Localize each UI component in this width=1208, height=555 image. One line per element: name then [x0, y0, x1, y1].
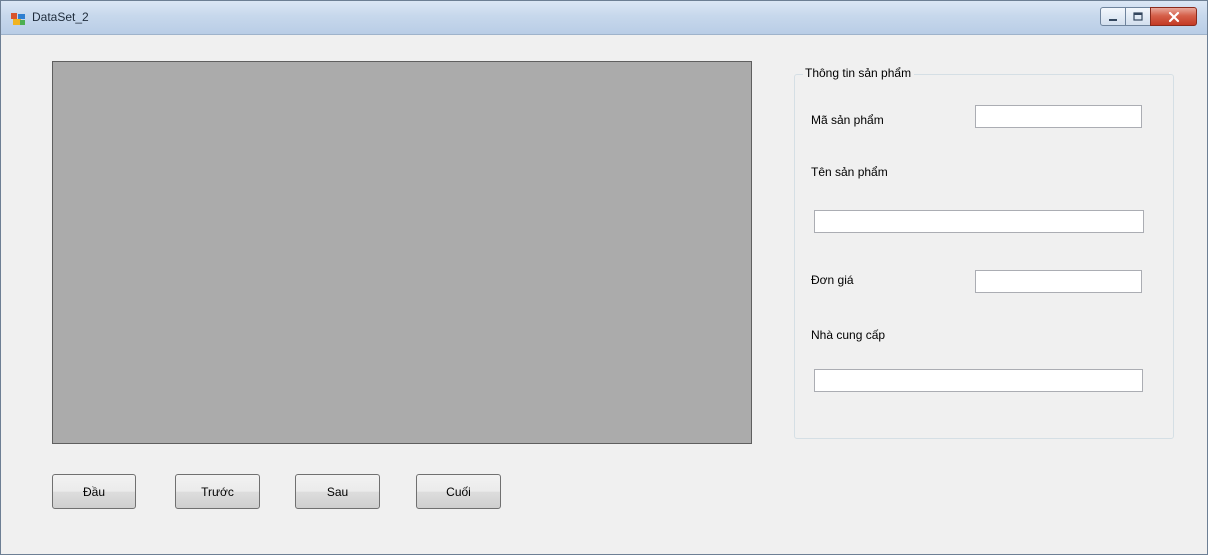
next-record-button[interactable]: Sau: [295, 474, 380, 509]
product-code-label: Mã sản phẩm: [811, 113, 884, 127]
app-window: DataSet_2 Thông tin sản phẩm Mã sản phẩm…: [0, 0, 1208, 555]
close-icon: [1168, 11, 1179, 22]
app-form-icon: [11, 13, 25, 25]
previous-record-button[interactable]: Trước: [175, 474, 260, 509]
window-title: DataSet_2: [32, 10, 89, 24]
minimize-button[interactable]: [1100, 7, 1126, 26]
first-record-button[interactable]: Đầu: [52, 474, 136, 509]
products-data-grid[interactable]: [52, 61, 752, 444]
title-bar[interactable]: DataSet_2: [1, 1, 1207, 35]
supplier-label: Nhà cung cấp: [811, 328, 886, 342]
minimize-icon: [1109, 18, 1117, 21]
maximize-button[interactable]: [1125, 7, 1151, 26]
product-info-group-title: Thông tin sản phẩm: [803, 66, 915, 80]
last-record-button[interactable]: Cuối: [416, 474, 501, 509]
product-name-field[interactable]: [814, 210, 1144, 233]
product-code-field[interactable]: [975, 105, 1142, 128]
unit-price-label: Đơn giá: [811, 273, 854, 287]
close-button[interactable]: [1150, 7, 1197, 26]
supplier-field[interactable]: [814, 369, 1143, 392]
maximize-icon: [1133, 11, 1143, 21]
unit-price-field[interactable]: [975, 270, 1142, 293]
product-name-label: Tên sản phẩm: [811, 165, 888, 179]
